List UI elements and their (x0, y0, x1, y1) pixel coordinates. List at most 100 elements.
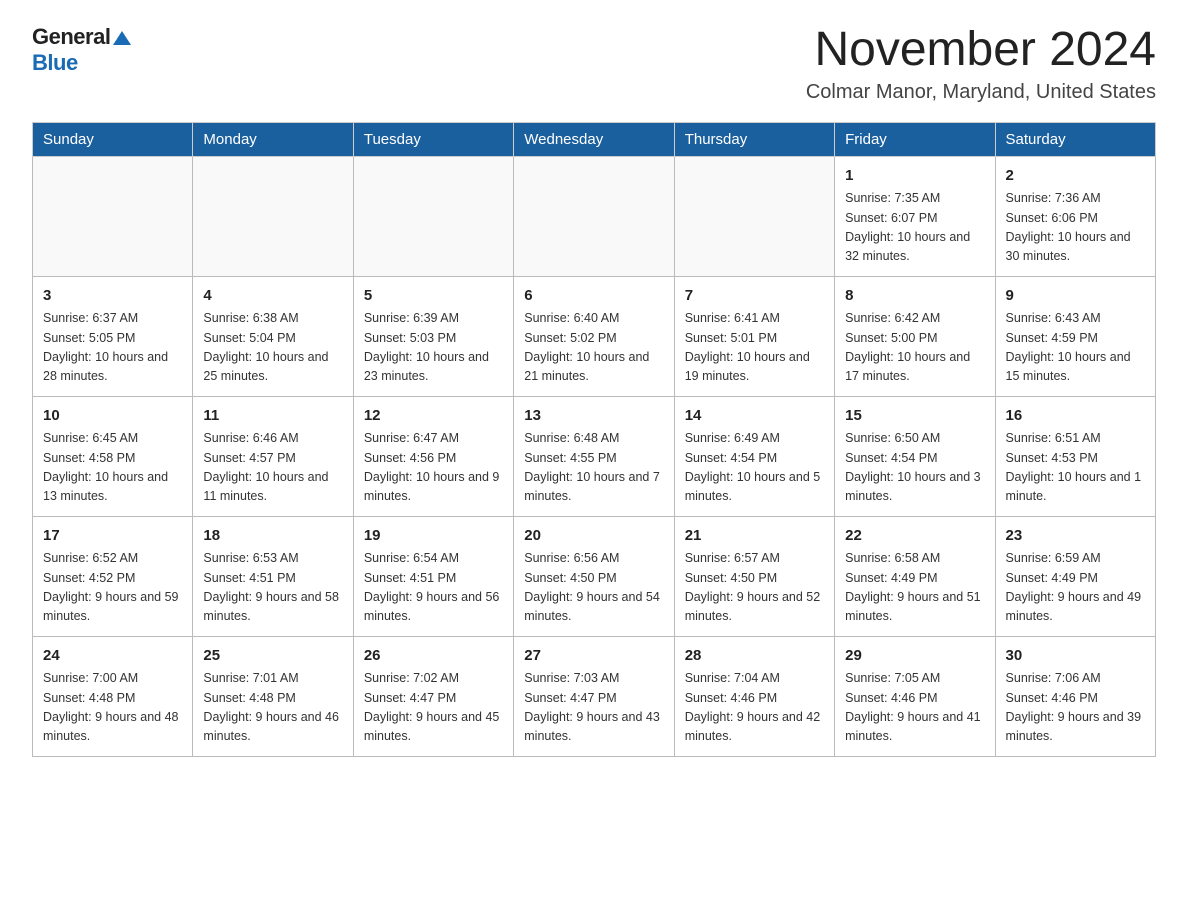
calendar-cell: 17Sunrise: 6:52 AM Sunset: 4:52 PM Dayli… (33, 516, 193, 636)
calendar-cell (514, 156, 674, 276)
day-info: Sunrise: 6:49 AM Sunset: 4:54 PM Dayligh… (685, 429, 824, 507)
calendar-cell: 22Sunrise: 6:58 AM Sunset: 4:49 PM Dayli… (835, 516, 995, 636)
calendar-cell: 11Sunrise: 6:46 AM Sunset: 4:57 PM Dayli… (193, 396, 353, 516)
day-info: Sunrise: 6:43 AM Sunset: 4:59 PM Dayligh… (1006, 309, 1145, 387)
day-number: 23 (1006, 525, 1145, 548)
day-number: 28 (685, 645, 824, 668)
day-info: Sunrise: 6:53 AM Sunset: 4:51 PM Dayligh… (203, 549, 342, 627)
calendar-cell: 27Sunrise: 7:03 AM Sunset: 4:47 PM Dayli… (514, 636, 674, 756)
calendar-title-block: November 2024 Colmar Manor, Maryland, Un… (806, 24, 1156, 104)
day-number: 11 (203, 405, 342, 428)
calendar-title: November 2024 (806, 24, 1156, 77)
calendar-cell: 10Sunrise: 6:45 AM Sunset: 4:58 PM Dayli… (33, 396, 193, 516)
calendar-cell (674, 156, 834, 276)
day-number: 9 (1006, 285, 1145, 308)
calendar-week-row: 17Sunrise: 6:52 AM Sunset: 4:52 PM Dayli… (33, 516, 1156, 636)
calendar-cell: 18Sunrise: 6:53 AM Sunset: 4:51 PM Dayli… (193, 516, 353, 636)
calendar-week-row: 1Sunrise: 7:35 AM Sunset: 6:07 PM Daylig… (33, 156, 1156, 276)
page-header: General Blue November 2024 Colmar Manor,… (32, 24, 1156, 104)
day-number: 6 (524, 285, 663, 308)
calendar-cell: 24Sunrise: 7:00 AM Sunset: 4:48 PM Dayli… (33, 636, 193, 756)
calendar-cell: 4Sunrise: 6:38 AM Sunset: 5:04 PM Daylig… (193, 276, 353, 396)
calendar-cell (33, 156, 193, 276)
logo-general-text: General (32, 24, 110, 50)
day-info: Sunrise: 7:01 AM Sunset: 4:48 PM Dayligh… (203, 669, 342, 747)
calendar-cell: 29Sunrise: 7:05 AM Sunset: 4:46 PM Dayli… (835, 636, 995, 756)
calendar-cell: 25Sunrise: 7:01 AM Sunset: 4:48 PM Dayli… (193, 636, 353, 756)
day-number: 19 (364, 525, 503, 548)
day-number: 18 (203, 525, 342, 548)
logo-triangle-icon (113, 31, 131, 45)
day-number: 5 (364, 285, 503, 308)
day-info: Sunrise: 6:58 AM Sunset: 4:49 PM Dayligh… (845, 549, 984, 627)
day-number: 13 (524, 405, 663, 428)
calendar-cell: 6Sunrise: 6:40 AM Sunset: 5:02 PM Daylig… (514, 276, 674, 396)
weekday-header-thursday: Thursday (674, 122, 834, 156)
calendar-cell: 2Sunrise: 7:36 AM Sunset: 6:06 PM Daylig… (995, 156, 1155, 276)
day-info: Sunrise: 6:42 AM Sunset: 5:00 PM Dayligh… (845, 309, 984, 387)
calendar-week-row: 10Sunrise: 6:45 AM Sunset: 4:58 PM Dayli… (33, 396, 1156, 516)
calendar-cell: 12Sunrise: 6:47 AM Sunset: 4:56 PM Dayli… (353, 396, 513, 516)
day-info: Sunrise: 6:52 AM Sunset: 4:52 PM Dayligh… (43, 549, 182, 627)
weekday-header-saturday: Saturday (995, 122, 1155, 156)
calendar-cell (193, 156, 353, 276)
day-info: Sunrise: 7:05 AM Sunset: 4:46 PM Dayligh… (845, 669, 984, 747)
day-info: Sunrise: 7:03 AM Sunset: 4:47 PM Dayligh… (524, 669, 663, 747)
day-info: Sunrise: 7:00 AM Sunset: 4:48 PM Dayligh… (43, 669, 182, 747)
calendar-cell: 21Sunrise: 6:57 AM Sunset: 4:50 PM Dayli… (674, 516, 834, 636)
day-info: Sunrise: 6:38 AM Sunset: 5:04 PM Dayligh… (203, 309, 342, 387)
day-info: Sunrise: 6:48 AM Sunset: 4:55 PM Dayligh… (524, 429, 663, 507)
day-info: Sunrise: 7:35 AM Sunset: 6:07 PM Dayligh… (845, 189, 984, 267)
calendar-cell: 7Sunrise: 6:41 AM Sunset: 5:01 PM Daylig… (674, 276, 834, 396)
logo-blue-text: Blue (32, 50, 78, 75)
day-number: 29 (845, 645, 984, 668)
day-info: Sunrise: 6:57 AM Sunset: 4:50 PM Dayligh… (685, 549, 824, 627)
weekday-header-tuesday: Tuesday (353, 122, 513, 156)
day-info: Sunrise: 6:40 AM Sunset: 5:02 PM Dayligh… (524, 309, 663, 387)
day-number: 1 (845, 165, 984, 188)
day-number: 3 (43, 285, 182, 308)
day-info: Sunrise: 6:45 AM Sunset: 4:58 PM Dayligh… (43, 429, 182, 507)
calendar-subtitle: Colmar Manor, Maryland, United States (806, 81, 1156, 104)
calendar-cell: 8Sunrise: 6:42 AM Sunset: 5:00 PM Daylig… (835, 276, 995, 396)
day-number: 16 (1006, 405, 1145, 428)
day-info: Sunrise: 7:06 AM Sunset: 4:46 PM Dayligh… (1006, 669, 1145, 747)
day-info: Sunrise: 6:54 AM Sunset: 4:51 PM Dayligh… (364, 549, 503, 627)
calendar-cell: 1Sunrise: 7:35 AM Sunset: 6:07 PM Daylig… (835, 156, 995, 276)
weekday-header-sunday: Sunday (33, 122, 193, 156)
day-number: 4 (203, 285, 342, 308)
logo: General Blue (32, 24, 131, 76)
calendar-cell: 14Sunrise: 6:49 AM Sunset: 4:54 PM Dayli… (674, 396, 834, 516)
day-number: 26 (364, 645, 503, 668)
day-number: 24 (43, 645, 182, 668)
calendar-cell: 28Sunrise: 7:04 AM Sunset: 4:46 PM Dayli… (674, 636, 834, 756)
day-number: 7 (685, 285, 824, 308)
day-info: Sunrise: 6:59 AM Sunset: 4:49 PM Dayligh… (1006, 549, 1145, 627)
day-number: 2 (1006, 165, 1145, 188)
day-number: 8 (845, 285, 984, 308)
calendar-cell: 23Sunrise: 6:59 AM Sunset: 4:49 PM Dayli… (995, 516, 1155, 636)
calendar-cell: 13Sunrise: 6:48 AM Sunset: 4:55 PM Dayli… (514, 396, 674, 516)
calendar-cell: 5Sunrise: 6:39 AM Sunset: 5:03 PM Daylig… (353, 276, 513, 396)
calendar-cell: 16Sunrise: 6:51 AM Sunset: 4:53 PM Dayli… (995, 396, 1155, 516)
weekday-header-wednesday: Wednesday (514, 122, 674, 156)
day-number: 17 (43, 525, 182, 548)
calendar-cell: 3Sunrise: 6:37 AM Sunset: 5:05 PM Daylig… (33, 276, 193, 396)
day-info: Sunrise: 6:50 AM Sunset: 4:54 PM Dayligh… (845, 429, 984, 507)
day-info: Sunrise: 6:51 AM Sunset: 4:53 PM Dayligh… (1006, 429, 1145, 507)
day-info: Sunrise: 7:36 AM Sunset: 6:06 PM Dayligh… (1006, 189, 1145, 267)
calendar-cell: 30Sunrise: 7:06 AM Sunset: 4:46 PM Dayli… (995, 636, 1155, 756)
day-number: 10 (43, 405, 182, 428)
day-number: 15 (845, 405, 984, 428)
day-info: Sunrise: 6:39 AM Sunset: 5:03 PM Dayligh… (364, 309, 503, 387)
day-info: Sunrise: 6:56 AM Sunset: 4:50 PM Dayligh… (524, 549, 663, 627)
day-number: 22 (845, 525, 984, 548)
calendar-cell: 19Sunrise: 6:54 AM Sunset: 4:51 PM Dayli… (353, 516, 513, 636)
calendar-table: SundayMondayTuesdayWednesdayThursdayFrid… (32, 122, 1156, 757)
weekday-header-friday: Friday (835, 122, 995, 156)
calendar-cell: 15Sunrise: 6:50 AM Sunset: 4:54 PM Dayli… (835, 396, 995, 516)
calendar-week-row: 24Sunrise: 7:00 AM Sunset: 4:48 PM Dayli… (33, 636, 1156, 756)
calendar-week-row: 3Sunrise: 6:37 AM Sunset: 5:05 PM Daylig… (33, 276, 1156, 396)
weekday-header-row: SundayMondayTuesdayWednesdayThursdayFrid… (33, 122, 1156, 156)
calendar-cell: 20Sunrise: 6:56 AM Sunset: 4:50 PM Dayli… (514, 516, 674, 636)
